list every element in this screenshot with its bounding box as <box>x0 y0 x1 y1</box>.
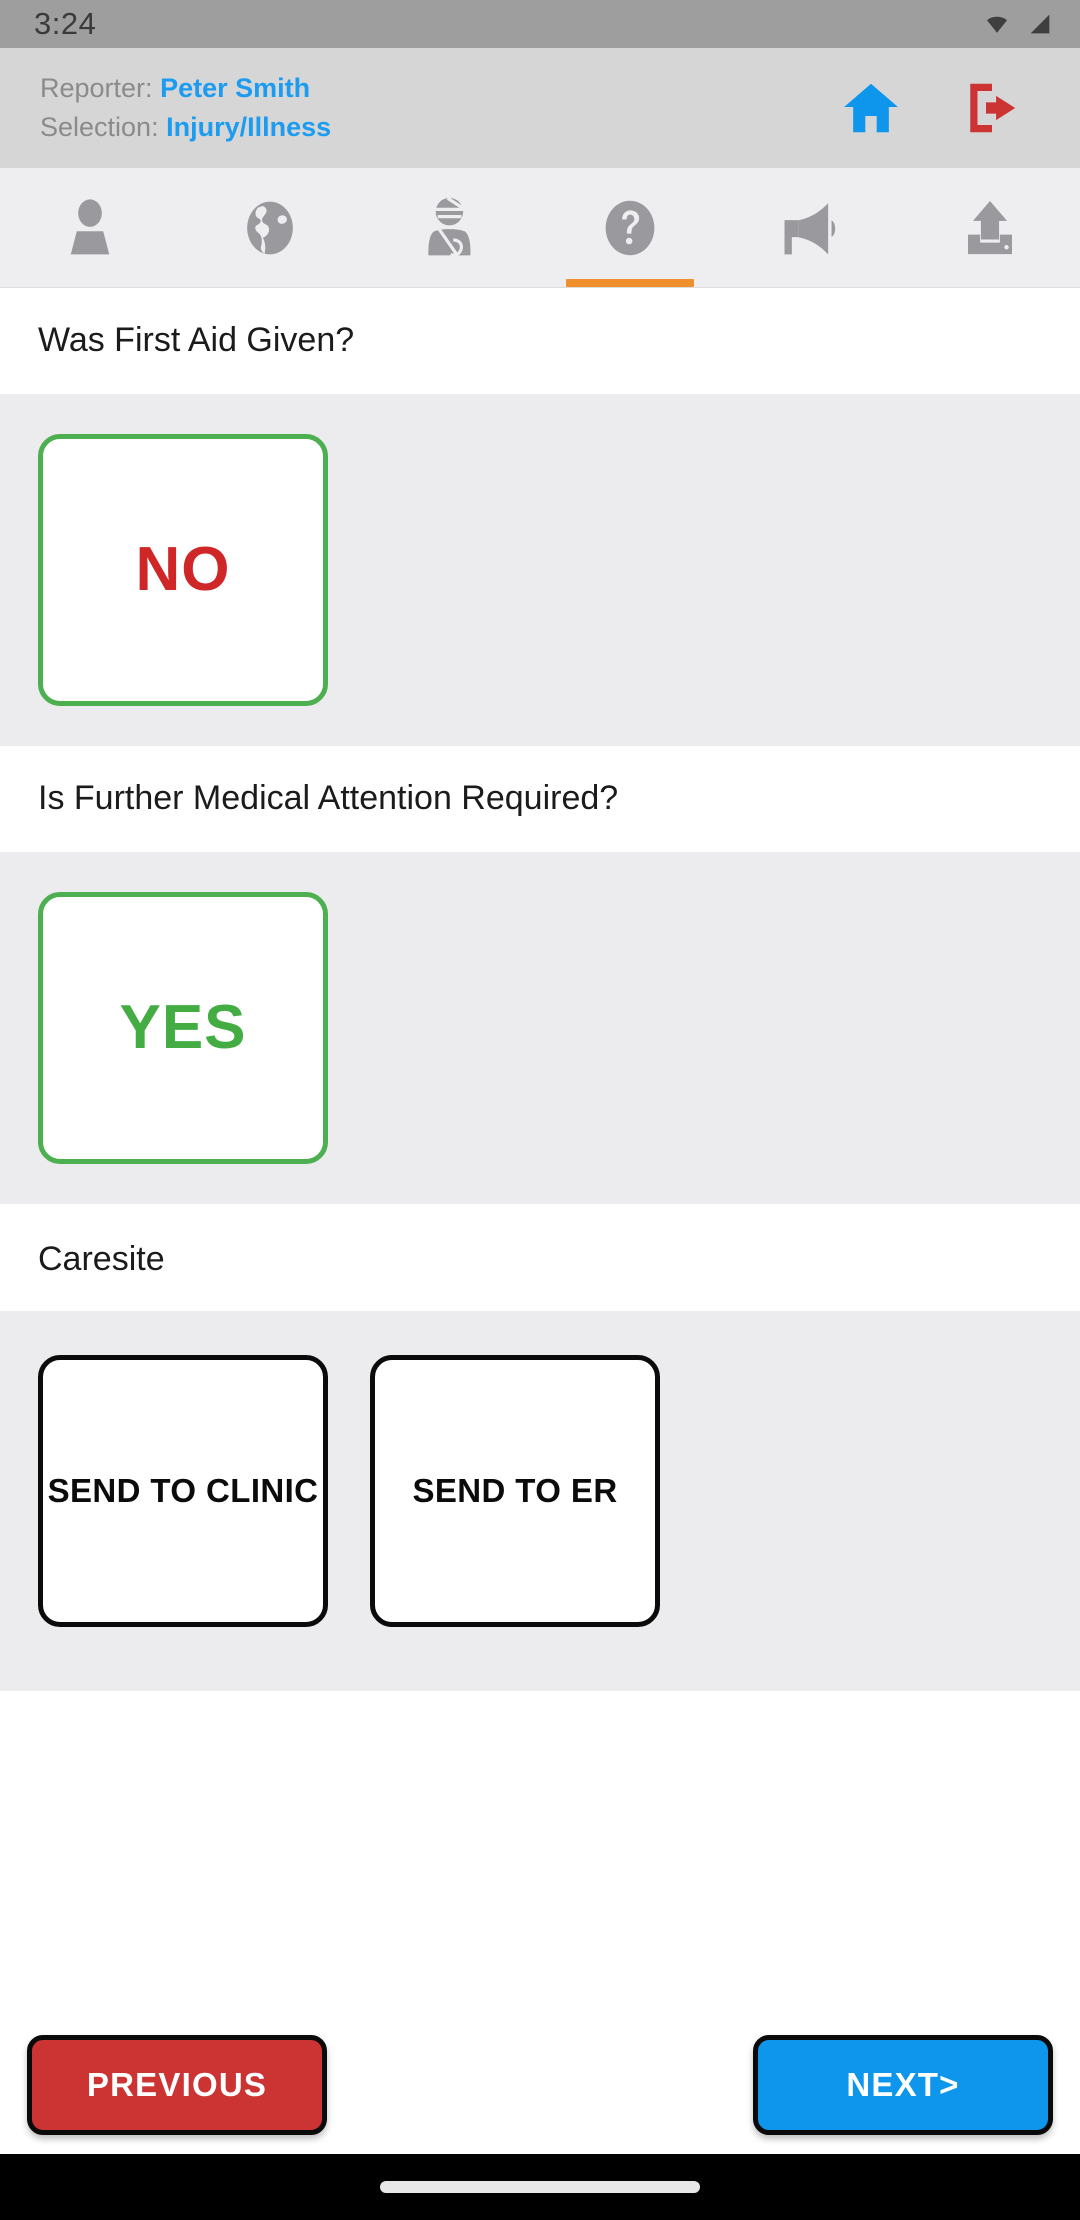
selection-value: Injury/Illness <box>166 112 332 142</box>
person-icon <box>70 198 110 254</box>
megaphone-icon <box>784 202 836 254</box>
header-meta: Reporter: Peter Smith Selection: Injury/… <box>40 71 331 145</box>
question-label-medical-attention: Is Further Medical Attention Required? <box>0 746 1080 852</box>
app-screen: 3:24 Reporter: Peter Smith Selection: In… <box>0 0 1080 2220</box>
reporter-label: Reporter: <box>40 72 153 103</box>
selection-label: Selection: <box>40 112 159 142</box>
reporter-value: Peter Smith <box>160 72 311 103</box>
tab-questions[interactable] <box>540 168 720 287</box>
header-actions <box>840 77 1038 139</box>
question-label-caresite: Caresite <box>38 1240 1042 1279</box>
question-label-first-aid: Was First Aid Given? <box>0 288 1080 394</box>
option-send-to-clinic-label: SEND TO CLINIC <box>47 1471 319 1509</box>
tab-injury[interactable] <box>360 168 540 287</box>
question-label-caresite-wrap: Caresite <box>0 1204 1080 1311</box>
tab-person[interactable] <box>0 168 180 287</box>
selection-row: Selection: Injury/Illness <box>40 110 331 145</box>
signal-icon <box>1030 14 1050 34</box>
active-tab-indicator <box>566 279 694 287</box>
gesture-pill[interactable] <box>380 2181 700 2193</box>
option-send-to-clinic-button[interactable]: SEND TO CLINIC <box>38 1355 328 1627</box>
logout-icon[interactable] <box>962 77 1024 139</box>
option-no-label: NO <box>135 535 231 605</box>
option-yes-button[interactable]: YES <box>38 892 328 1164</box>
status-bar: 3:24 <box>0 0 1080 48</box>
option-yes-label: YES <box>119 993 247 1063</box>
choice-row-medical-attention: YES <box>38 892 1042 1164</box>
tab-upload[interactable] <box>900 168 1080 287</box>
app-header: Reporter: Peter Smith Selection: Injury/… <box>0 48 1080 168</box>
choice-row-caresite: SEND TO CLINIC SEND TO ER <box>38 1355 1042 1627</box>
answer-zone-caresite: SEND TO CLINIC SEND TO ER <box>0 1311 1080 1691</box>
question-circle-icon <box>605 200 655 255</box>
next-button[interactable]: NEXT> <box>753 2035 1053 2135</box>
answer-zone-first-aid: NO <box>0 394 1080 746</box>
previous-button-label: PREVIOUS <box>86 2066 268 2103</box>
globe-icon <box>247 201 293 254</box>
answer-zone-medical-attention: YES <box>0 852 1080 1204</box>
choice-row-first-aid: NO <box>38 434 1042 706</box>
option-no-button[interactable]: NO <box>38 434 328 706</box>
injured-person-icon <box>428 196 471 257</box>
tab-announcement[interactable] <box>720 168 900 287</box>
tab-globe[interactable] <box>180 168 360 287</box>
previous-button[interactable]: PREVIOUS <box>27 2035 327 2135</box>
option-send-to-er-label: SEND TO ER <box>412 1471 618 1509</box>
system-navigation-bar <box>0 2154 1080 2220</box>
reporter-row: Reporter: Peter Smith <box>40 71 331 106</box>
footer-nav: PREVIOUS NEXT> <box>0 2016 1080 2154</box>
status-time: 3:24 <box>34 6 97 41</box>
next-button-label: NEXT> <box>846 2066 960 2103</box>
tab-bar <box>0 168 1080 288</box>
upload-icon <box>968 200 1012 254</box>
option-send-to-er-button[interactable]: SEND TO ER <box>370 1355 660 1627</box>
status-icon-group <box>982 9 1054 39</box>
wifi-icon <box>987 16 1007 33</box>
home-icon[interactable] <box>840 77 902 139</box>
